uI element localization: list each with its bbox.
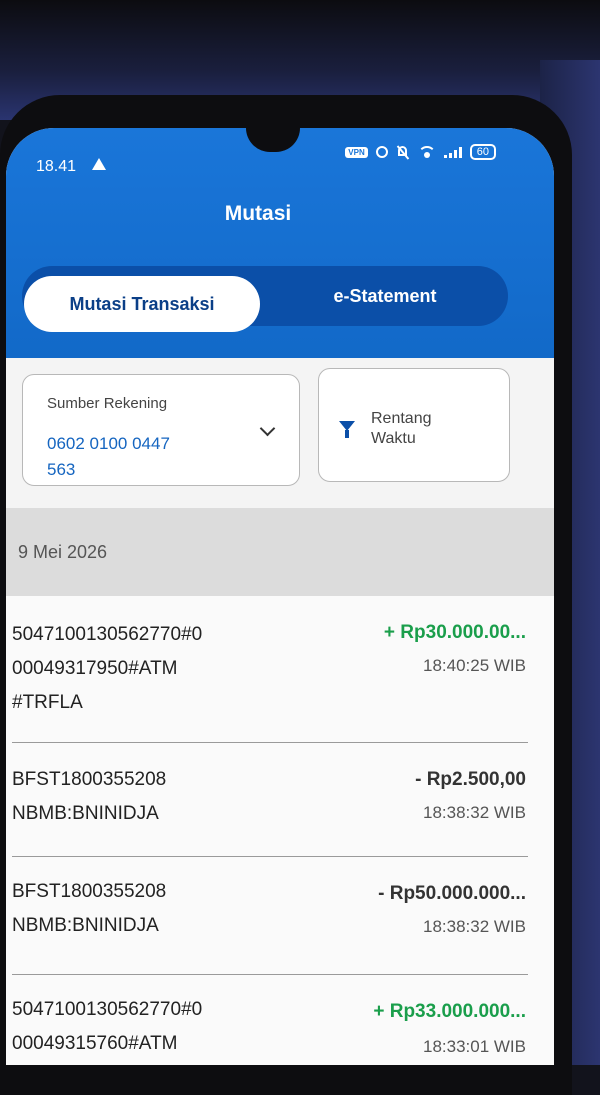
transaction-time: 18:40:25 WIB	[422, 656, 526, 675]
alarm-icon	[375, 146, 388, 158]
transaction-amount: + Rp33.000.000...	[373, 1001, 526, 1022]
mute-icon	[396, 146, 410, 158]
transaction-description-line: 00049315760#ATM	[12, 1033, 178, 1054]
signal-icon	[443, 146, 462, 158]
transaction-amount: + Rp30.000.00...	[383, 622, 526, 643]
date-range-label: Rentang Waktu	[371, 409, 432, 449]
filter-icon	[339, 421, 355, 438]
date-range-label-line2: Waktu	[371, 430, 416, 447]
source-account-select[interactable]: Sumber Rekening 0602 0100 0447 563	[22, 374, 300, 486]
wifi-icon	[417, 146, 436, 158]
status-time: 18.41	[36, 158, 77, 175]
transaction-time: 18:33:01 WIB	[422, 1037, 526, 1056]
source-account-value: 0602 0100 0447 563	[47, 431, 227, 483]
vpn-icon: VPN	[345, 146, 368, 158]
page-title: Mutasi	[224, 202, 292, 225]
transaction-description-line: #TRFLA	[12, 692, 83, 713]
warning-icon	[92, 158, 106, 170]
transaction-description: BFST1800355208 NBMB:BNINIDJA	[12, 875, 272, 943]
transaction-description-line: NBMB:BNINIDJA	[12, 915, 159, 936]
date-range-label-line1: Rentang	[371, 410, 432, 427]
transaction-amount: - Rp2.500,00	[415, 769, 526, 790]
transaction-list: 5047100130562770#0 00049317950#ATM #TRFL…	[6, 596, 554, 1065]
transaction-description-line: NBMB:BNINIDJA	[12, 803, 159, 824]
transaction-description-line: BFST1800355208	[12, 881, 167, 902]
transaction-description: 5047100130562770#0 00049315760#ATM	[12, 993, 272, 1061]
tab-e-statement[interactable]: e-Statement	[282, 266, 488, 326]
date-group-header: 9 Mei 2026	[6, 508, 554, 596]
filters-row: Sumber Rekening 0602 0100 0447 563 Renta…	[6, 358, 554, 508]
transaction-description: BFST1800355208 NBMB:BNINIDJA	[12, 763, 272, 831]
source-account-number-end: 563	[47, 460, 76, 479]
transaction-row[interactable]: 5047100130562770#0 00049315760#ATM + Rp3…	[6, 975, 554, 1065]
phone-screen: 18.41 VPN 60 Mutasi Mutasi Transaksi e-S…	[6, 128, 554, 1065]
transaction-description-line: BFST1800355208	[12, 769, 167, 790]
transaction-row[interactable]: BFST1800355208 NBMB:BNINIDJA - Rp50.000.…	[6, 857, 554, 971]
source-account-label: Sumber Rekening	[47, 395, 168, 412]
date-group-label: 9 Mei 2026	[18, 541, 108, 562]
transaction-row[interactable]: BFST1800355208 NBMB:BNINIDJA - Rp2.500,0…	[6, 743, 554, 855]
transaction-description-line: 5047100130562770#0	[12, 624, 203, 645]
transaction-description: 5047100130562770#0 00049317950#ATM #TRFL…	[12, 618, 272, 720]
date-range-filter-button[interactable]: Rentang Waktu	[318, 368, 510, 482]
transaction-time: 18:38:32 WIB	[422, 917, 526, 936]
transaction-time: 18:38:32 WIB	[422, 803, 526, 822]
transaction-amount: - Rp50.000.000...	[378, 883, 526, 904]
chevron-down-icon	[259, 420, 276, 437]
transaction-description-line: 00049317950#ATM	[12, 658, 178, 679]
header: 18.41 VPN 60 Mutasi Mutasi Transaksi e-S…	[6, 128, 554, 358]
transaction-description-line: 5047100130562770#0	[12, 999, 203, 1020]
tab-mutasi-transaksi[interactable]: Mutasi Transaksi	[24, 276, 260, 332]
source-account-number: 0602 0100 0447	[47, 434, 170, 453]
battery-icon: 60	[469, 144, 496, 160]
status-icons: VPN 60	[345, 142, 496, 162]
tab-switcher: Mutasi Transaksi e-Statement	[22, 266, 508, 332]
transaction-row[interactable]: 5047100130562770#0 00049317950#ATM #TRFL…	[6, 596, 554, 742]
